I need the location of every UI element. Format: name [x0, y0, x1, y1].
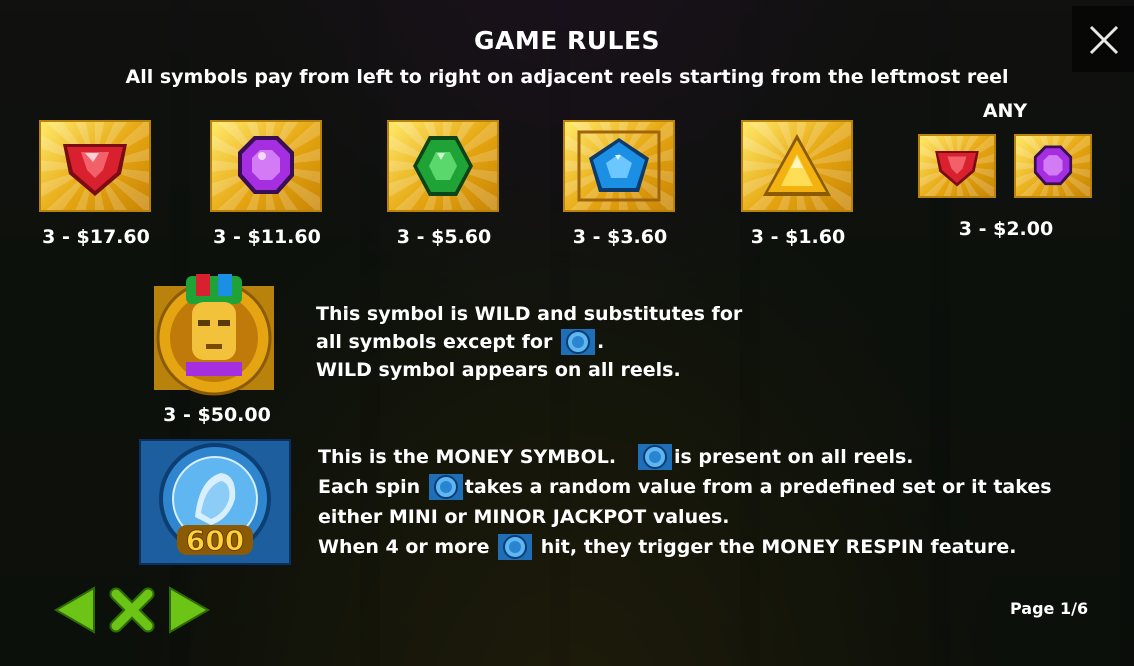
money-description: This is the MONEY SYMBOL. is present on … — [318, 442, 1052, 562]
wild-description: This symbol is WILD and substitutes for … — [316, 300, 742, 384]
money-line-4-text: When 4 or more — [318, 536, 490, 558]
any-label: ANY — [982, 100, 1028, 122]
money-symbol: 600 — [139, 439, 291, 565]
money-line-4-end: hit, they trigger the MONEY RESPIN featu… — [534, 536, 1017, 558]
close-rules-button[interactable] — [108, 586, 156, 638]
symbol-purple-gem — [210, 120, 322, 212]
symbol-payout: 3 - $3.60 — [572, 226, 668, 248]
arrow-right-icon — [169, 586, 210, 634]
rules-subtitle: All symbols pay from left to right on ad… — [125, 66, 1009, 88]
money-line-2-end: takes a random value from a predefined s… — [464, 476, 1052, 498]
wild-line-1: This symbol is WILD and substitutes for — [316, 303, 743, 325]
money-coin-icon — [637, 444, 672, 470]
arrow-left-icon — [54, 586, 95, 634]
yellow-triangle-gem-icon — [741, 120, 853, 212]
wild-line-2: all symbols except for . — [316, 328, 742, 356]
aztec-mask-icon — [154, 274, 274, 396]
close-icon — [1089, 25, 1119, 55]
money-line-1-text: This is the MONEY SYMBOL. — [318, 446, 617, 468]
money-coin-icon — [498, 534, 533, 560]
money-coin-icon — [428, 474, 463, 500]
x-close-icon — [109, 587, 155, 633]
any-symbol-purple — [1014, 134, 1092, 198]
money-coin-icon: 600 — [139, 439, 291, 565]
close-button[interactable] — [1072, 6, 1134, 72]
purple-octagon-gem-icon — [210, 120, 322, 212]
wild-line-2-end: . — [596, 331, 605, 353]
money-line-2-text: Each spin — [318, 476, 421, 498]
symbol-red-gem — [39, 120, 151, 212]
symbol-blue-gem — [563, 120, 675, 212]
coin-value: 600 — [186, 524, 244, 557]
money-line-1-end: is present on all reels. — [673, 446, 914, 468]
money-line-3: either MINI or MINOR JACKPOT values. — [318, 506, 730, 528]
red-shield-gem-icon — [39, 120, 151, 212]
money-line-1: This is the MONEY SYMBOL. is present on … — [318, 442, 1052, 472]
purple-octagon-gem-icon — [1014, 134, 1092, 198]
symbol-yellow-gem — [741, 120, 853, 212]
any-symbol-red — [918, 134, 996, 198]
blue-pentagon-gem-icon — [563, 120, 675, 212]
green-hexagon-gem-icon — [387, 120, 499, 212]
wild-line-2-text: all symbols except for — [316, 331, 559, 353]
wild-symbol — [152, 274, 276, 398]
previous-page-button[interactable] — [54, 586, 96, 638]
any-payout: 3 - $2.00 — [958, 218, 1054, 240]
wild-line-3: WILD symbol appears on all reels. — [316, 359, 681, 381]
symbol-payout: 3 - $1.60 — [750, 226, 846, 248]
page-title: GAME RULES — [473, 26, 661, 55]
symbol-payout: 3 - $17.60 — [42, 226, 150, 248]
next-page-button[interactable] — [168, 586, 210, 638]
red-shield-gem-icon — [918, 134, 996, 198]
symbol-payout: 3 - $5.60 — [396, 226, 492, 248]
money-coin-icon — [560, 329, 595, 355]
money-line-4: When 4 or more hit, they trigger the MON… — [318, 532, 1052, 562]
symbol-green-gem — [387, 120, 499, 212]
money-line-2: Each spin takes a random value from a pr… — [318, 472, 1052, 502]
page-indicator: Page 1/6 — [1010, 599, 1089, 618]
wild-payout: 3 - $50.00 — [163, 404, 271, 426]
symbol-payout: 3 - $11.60 — [213, 226, 321, 248]
